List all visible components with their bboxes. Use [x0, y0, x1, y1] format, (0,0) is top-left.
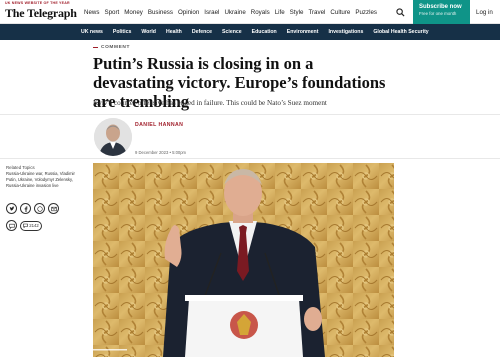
facebook-icon	[24, 206, 27, 212]
kicker-label: COMMENT	[101, 45, 130, 50]
share-bar	[6, 203, 59, 214]
share-whatsapp-button[interactable]	[34, 203, 45, 214]
section-item-science[interactable]: Science	[222, 29, 242, 35]
subscribe-button[interactable]: Subscribe now Free for one month	[413, 0, 470, 24]
email-icon	[50, 206, 57, 211]
subscribe-label: Subscribe now	[419, 4, 462, 10]
share-facebook-button[interactable]	[20, 203, 31, 214]
nav-item-business[interactable]: Business	[148, 9, 173, 16]
comment-bubble-button[interactable]	[6, 220, 17, 231]
nav-item-sport[interactable]: Sport	[104, 9, 119, 16]
author-name[interactable]: DANIEL HANNAN	[135, 122, 183, 128]
section-item-world[interactable]: World	[141, 29, 156, 35]
subscribe-sublabel: Free for one month	[419, 11, 457, 16]
nav-item-life[interactable]: Life	[275, 9, 285, 16]
nav-item-news[interactable]: News	[84, 9, 99, 16]
comment-count: 2142	[29, 223, 39, 228]
nav-item-israel[interactable]: Israel	[204, 9, 219, 16]
nav-item-ukraine[interactable]: Ukraine	[224, 9, 245, 16]
section-item-health[interactable]: Health	[166, 29, 182, 35]
nav-item-royals[interactable]: Royals	[251, 9, 270, 16]
search-icon	[395, 7, 405, 17]
hero-image[interactable]	[93, 163, 394, 357]
login-link[interactable]: Log in	[476, 9, 493, 16]
section-item-defence[interactable]: Defence	[192, 29, 212, 35]
publish-date: 9 December 2023 • 5:00pm	[135, 150, 187, 155]
article-standfirst: Kyiv’s counter-offensive has ended in fa…	[93, 99, 327, 107]
author-avatar[interactable]	[94, 118, 132, 156]
comment-icon	[8, 223, 15, 229]
section-item-environment[interactable]: Environment	[287, 29, 319, 35]
section-item-politics[interactable]: Politics	[113, 29, 131, 35]
comment-count-button[interactable]: 2142	[20, 220, 42, 231]
nav-item-opinion[interactable]: Opinion	[178, 9, 199, 16]
nav-item-culture[interactable]: Culture	[330, 9, 350, 16]
search-button[interactable]	[387, 0, 413, 24]
comment-icon	[23, 223, 29, 228]
share-twitter-button[interactable]	[6, 203, 17, 214]
hero-photo	[93, 163, 394, 357]
nav-item-travel[interactable]: Travel	[308, 9, 325, 16]
section-item-uk-news[interactable]: UK news	[81, 29, 103, 35]
section-nav: UK news Politics World Health Defence Sc…	[0, 24, 500, 40]
award-banner: UK NEWS WEBSITE OF THE YEAR	[5, 1, 70, 5]
section-item-global-health-security[interactable]: Global Health Security	[373, 29, 428, 35]
site-header: UK NEWS WEBSITE OF THE YEAR The Telegrap…	[0, 0, 500, 24]
whatsapp-icon	[36, 205, 43, 212]
divider	[0, 114, 500, 115]
nav-item-money[interactable]: Money	[124, 9, 143, 16]
kicker-bar	[93, 47, 98, 48]
share-email-button[interactable]	[48, 203, 59, 214]
related-topics-list[interactable]: Russia-Ukraine war, Russia, Vladimir Put…	[6, 171, 86, 190]
nav-item-puzzles[interactable]: Puzzles	[355, 9, 377, 16]
twitter-icon	[9, 206, 15, 211]
nav-item-style[interactable]: Style	[290, 9, 304, 16]
section-item-investigations[interactable]: Investigations	[328, 29, 363, 35]
main-nav: News Sport Money Business Opinion Israel…	[84, 9, 377, 16]
telegraph-logo[interactable]: The Telegraph	[5, 6, 77, 21]
article-kicker[interactable]: COMMENT	[93, 45, 130, 50]
divider	[0, 158, 500, 159]
related-topics-heading: Related Topics	[6, 165, 35, 170]
comments: 2142	[6, 220, 42, 231]
section-item-education[interactable]: Education	[252, 29, 277, 35]
